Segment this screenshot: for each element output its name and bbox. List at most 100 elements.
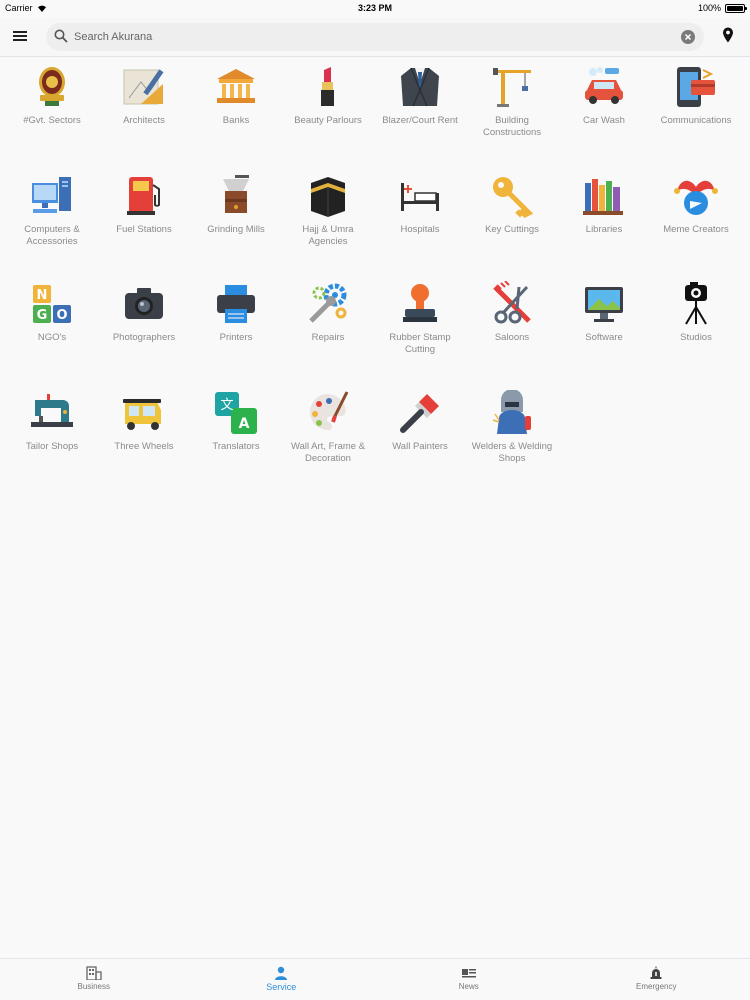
category-item-communications[interactable]: Communications (650, 64, 742, 173)
hospital-bed-icon (401, 182, 439, 211)
category-label: Repairs (311, 332, 345, 343)
category-grid: #Gvt. Sectors Architects Banks Beauty Pa… (6, 64, 746, 498)
category-label: Tailor Shops (25, 440, 79, 452)
category-item-banks[interactable]: Banks (190, 64, 282, 173)
battery-percent: 100% (697, 3, 721, 13)
category-item-software[interactable]: Software (558, 281, 650, 390)
category-label: Computers & Accessories (24, 223, 80, 247)
category-item-saloons[interactable]: Saloons (466, 281, 558, 390)
category-item-ngos[interactable]: N G O NGO's (6, 281, 98, 390)
category-item-beauty-parlours[interactable]: Beauty Parlours (282, 64, 374, 173)
grinder-icon (223, 174, 249, 213)
svg-text:N: N (37, 288, 48, 303)
category-label: Translators (212, 440, 260, 452)
category-item-architects[interactable]: Architects (98, 64, 190, 173)
category-item-meme-creators[interactable]: Meme Creators (650, 173, 742, 282)
kaaba-icon (311, 176, 345, 217)
category-item-computers-accessories[interactable]: Computers & Accessories (6, 173, 98, 282)
category-label: NGO's (37, 332, 67, 343)
camera-icon (125, 288, 163, 319)
tab-label: News (458, 982, 479, 991)
clear-search-button[interactable] (681, 30, 695, 44)
category-item-hospitals[interactable]: Hospitals (374, 173, 466, 282)
category-label: Grinding Mills (207, 223, 265, 235)
category-label: #Gvt. Sectors (23, 115, 81, 126)
tab-emergency[interactable]: Emergency (563, 959, 750, 1000)
category-item-blazer-court-rent[interactable]: Blazer/Court Rent (374, 64, 466, 173)
category-label: Photographers (112, 332, 176, 343)
palette-icon (309, 390, 349, 430)
category-item-tailor-shops[interactable]: Tailor Shops (6, 390, 98, 499)
category-item-key-cuttings[interactable]: Key Cuttings (466, 173, 558, 282)
blazer-icon (401, 67, 439, 107)
category-item-wall-painters[interactable]: Wall Painters (374, 390, 466, 499)
category-item-hajj-umra-agencies[interactable]: Hajj & Umra Agencies (282, 173, 374, 282)
category-item-building-constructions[interactable]: Building Constructions (466, 64, 558, 173)
category-item-repairs[interactable]: Repairs (282, 281, 374, 390)
category-label: Software (585, 332, 623, 343)
category-item-rubber-stamp-cutting[interactable]: Rubber Stamp Cutting (374, 281, 466, 390)
category-item-three-wheels[interactable]: Three Wheels (98, 390, 190, 499)
category-label: Fuel Stations (116, 223, 172, 235)
category-label: Car Wash (583, 115, 625, 126)
phone-card-icon (677, 67, 715, 107)
sewing-machine-icon (31, 393, 73, 427)
header-divider (0, 56, 750, 57)
jester-icon (674, 180, 718, 215)
category-label: Communications (660, 115, 732, 126)
category-item-welders[interactable]: Welders & Welding Shops (466, 389, 558, 499)
category-item-wall-art[interactable]: Wall Art, Frame & Decoration (282, 390, 374, 499)
clear-icon (684, 33, 692, 41)
clock: 3:23 PM (357, 3, 392, 13)
category-label: Wall Painters (392, 440, 448, 452)
svg-text:G: G (37, 308, 48, 323)
lipstick-icon (321, 67, 334, 106)
monitor-icon (585, 287, 623, 322)
category-item-grinding-mills[interactable]: Grinding Mills (190, 173, 282, 282)
location-pin-icon (723, 27, 733, 43)
category-item-fuel-stations[interactable]: Fuel Stations (98, 173, 190, 282)
books-icon (583, 178, 623, 215)
location-button[interactable] (722, 27, 734, 48)
category-item-gvt-sectors[interactable]: #Gvt. Sectors (6, 64, 98, 173)
category-label: Welders & Welding Shops (471, 440, 553, 464)
hamburger-icon (13, 31, 27, 41)
bottom-tab-bar: Business Service News Emergency (0, 958, 750, 1000)
emblem-icon (39, 67, 65, 106)
category-label: Meme Creators (663, 223, 729, 235)
translate-icon: 文 A (215, 391, 257, 434)
scissors-comb-icon (493, 281, 531, 324)
tab-label: Service (266, 982, 297, 992)
tab-business[interactable]: Business (0, 959, 188, 1000)
category-item-photographers[interactable]: Photographers (98, 281, 190, 390)
gears-wrench-icon (309, 283, 347, 323)
search-input[interactable] (74, 27, 674, 47)
category-label: Hospitals (400, 223, 440, 235)
search-icon (54, 29, 68, 43)
category-item-studios[interactable]: Studios (650, 281, 742, 390)
category-label: Studios (680, 332, 712, 343)
blueprint-icon (123, 69, 164, 105)
search-bar (46, 23, 704, 51)
tab-news[interactable]: News (375, 959, 563, 1000)
category-item-translators[interactable]: 文 A Translators (190, 390, 282, 499)
car-wash-icon (585, 67, 623, 104)
tuk-tuk-icon (123, 398, 161, 430)
category-label: Architects (123, 115, 165, 126)
status-bar: Carrier 3:23 PM 100% (0, 0, 750, 16)
category-label: Saloons (494, 332, 530, 343)
category-item-car-wash[interactable]: Car Wash (558, 64, 650, 173)
key-icon (493, 176, 534, 218)
tab-label: Business (77, 982, 110, 991)
fuel-pump-icon (127, 176, 160, 215)
menu-button[interactable] (12, 27, 30, 45)
category-item-printers[interactable]: Printers (190, 281, 282, 390)
category-item-libraries[interactable]: Libraries (558, 173, 650, 282)
tab-service[interactable]: Service (188, 959, 376, 1000)
tab-label: Emergency (636, 982, 677, 991)
building-icon (86, 966, 102, 980)
computer-icon (32, 176, 71, 213)
welder-icon (492, 389, 531, 434)
svg-text:A: A (239, 416, 250, 432)
category-label: Beauty Parlours (294, 115, 362, 126)
